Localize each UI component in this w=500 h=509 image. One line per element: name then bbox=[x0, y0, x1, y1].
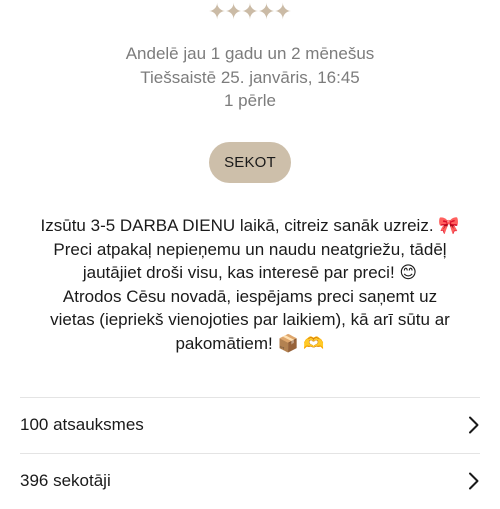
bio-line: vietas (iepriekš vienojoties par laikiem… bbox=[50, 310, 450, 329]
bio-line: pakomātiem! 📦 🫶 bbox=[175, 333, 325, 353]
chevron-right-icon bbox=[462, 472, 480, 490]
bio-line: jautājiet droši visu, kas interesē par p… bbox=[82, 263, 418, 282]
profile-meta: Andelē jau 1 gadu un 2 mēnešus Tiešsaist… bbox=[0, 42, 500, 113]
bio-line: Preci atpakaļ nepieņemu un naudu neatgri… bbox=[53, 239, 447, 259]
profile-bio: Izsūtu 3-5 DARBA DIENU laikā, citreiz sa… bbox=[10, 214, 490, 355]
bio-line: Izsūtu 3-5 DARBA DIENU laikā, citreiz sa… bbox=[40, 216, 460, 235]
last-online-text: Tiešsaistē 25. janvāris, 16:45 bbox=[140, 67, 360, 87]
reviews-link-label: 100 atsauksmes bbox=[20, 415, 144, 434]
pearls-count-text: 1 pērle bbox=[224, 91, 276, 110]
rating-stars: ✦✦✦✦✦ bbox=[0, 0, 500, 26]
bio-line: Atrodos Cēsu novadā, iespējams preci saņ… bbox=[62, 286, 438, 306]
follow-button[interactable]: SEKOT bbox=[209, 142, 291, 183]
followers-link-label: 396 sekotāji bbox=[20, 471, 111, 490]
member-since-text: Andelē jau 1 gadu un 2 mēnešus bbox=[125, 44, 375, 63]
sparkle-star-icon: ✦ bbox=[273, 0, 293, 24]
chevron-right-icon bbox=[462, 416, 480, 434]
reviews-link[interactable]: 100 atsauksmes bbox=[20, 397, 480, 453]
followers-link[interactable]: 396 sekotāji bbox=[20, 453, 480, 509]
